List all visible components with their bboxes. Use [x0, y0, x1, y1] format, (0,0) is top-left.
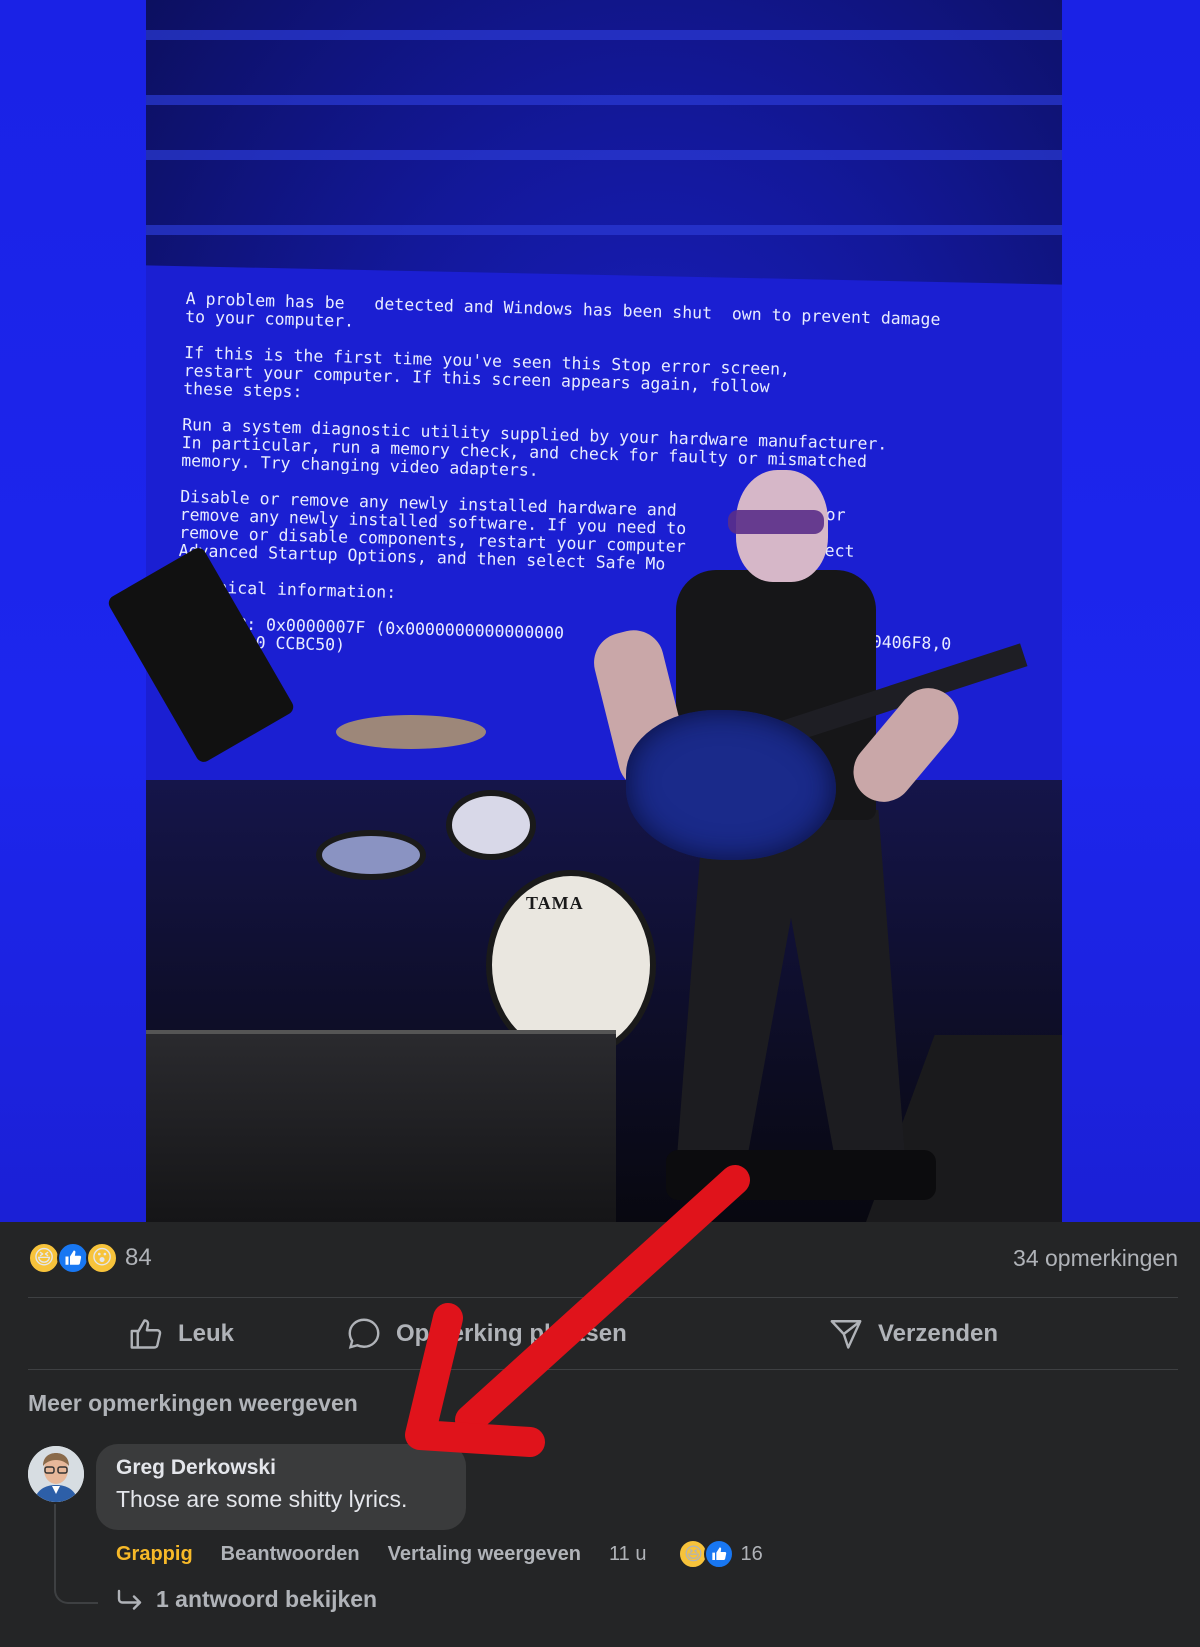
reactions-summary: 😆 😮 84 34 opmerkingen	[28, 1238, 1178, 1278]
tom-drum	[446, 790, 536, 860]
commenter-name[interactable]: Greg Derkowski	[116, 1456, 446, 1480]
comment-button[interactable]: Opmerking plaatsen	[346, 1316, 627, 1352]
comment-count-link[interactable]: 34 opmerkingen	[1013, 1245, 1178, 1272]
reply-thread-line	[54, 1504, 98, 1604]
like-emoji-icon	[704, 1539, 735, 1569]
guitarist	[586, 470, 1028, 1222]
snare-drum	[316, 830, 426, 880]
divider	[28, 1297, 1178, 1298]
like-emoji-icon	[57, 1242, 89, 1274]
photo-blue-border-right	[1062, 0, 1200, 1222]
stage-monitor-left	[146, 1030, 616, 1222]
comment-timestamp: 11 u	[609, 1542, 647, 1565]
send-button-label: Verzenden	[878, 1320, 999, 1347]
lighting-truss	[146, 150, 1062, 160]
reaction-count: 84	[125, 1244, 152, 1271]
view-replies-link[interactable]: 1 antwoord bekijken	[116, 1586, 377, 1613]
reaction-icons-group[interactable]: 😆 😮 84	[28, 1242, 152, 1274]
guitarist-shoes	[666, 1150, 936, 1200]
wow-emoji-icon: 😮	[86, 1242, 118, 1274]
post-action-bar: Leuk Opmerking plaatsen Verzenden	[28, 1305, 1178, 1363]
divider	[28, 1369, 1178, 1370]
haha-emoji-icon: 😆	[28, 1242, 60, 1274]
cymbal	[336, 715, 486, 749]
concert-scene: A problem has be detected and Windows ha…	[105, 0, 1062, 1222]
post-photo[interactable]: A problem has be detected and Windows ha…	[0, 0, 1200, 1222]
comment-bubble-icon	[348, 1318, 380, 1349]
comment-text: Those are some shitty lyrics.	[116, 1486, 408, 1512]
lighting-truss	[146, 30, 1062, 40]
reply-arrow-icon	[117, 1589, 142, 1610]
comment-action-row: Grappig Beantwoorden Vertaling weergeven…	[116, 1536, 763, 1572]
sunglasses	[728, 510, 824, 534]
like-button-label: Leuk	[178, 1320, 235, 1347]
lighting-truss	[146, 225, 1062, 235]
view-more-comments-link[interactable]: Meer opmerkingen weergeven	[28, 1390, 358, 1417]
see-translation-button[interactable]: Vertaling weergeven	[388, 1543, 581, 1566]
comment-reaction-button[interactable]: Grappig	[116, 1543, 193, 1566]
comment-bubble: Greg Derkowski Those are some shitty lyr…	[96, 1444, 466, 1530]
drum-brand-logo: TAMA	[526, 893, 584, 913]
commenter-avatar[interactable]	[28, 1446, 84, 1502]
lighting-truss	[146, 95, 1062, 105]
comment-reaction-count[interactable]: 16	[740, 1543, 762, 1566]
guitarist-legs	[676, 810, 906, 1170]
view-replies-label: 1 antwoord bekijken	[156, 1586, 378, 1612]
reply-button[interactable]: Beantwoorden	[221, 1543, 360, 1566]
send-button[interactable]: Verzenden	[828, 1316, 998, 1352]
thumbs-up-icon	[130, 1319, 162, 1349]
comment-button-label: Opmerking plaatsen	[396, 1320, 627, 1347]
send-icon	[830, 1320, 862, 1349]
like-button[interactable]: Leuk	[128, 1316, 234, 1352]
